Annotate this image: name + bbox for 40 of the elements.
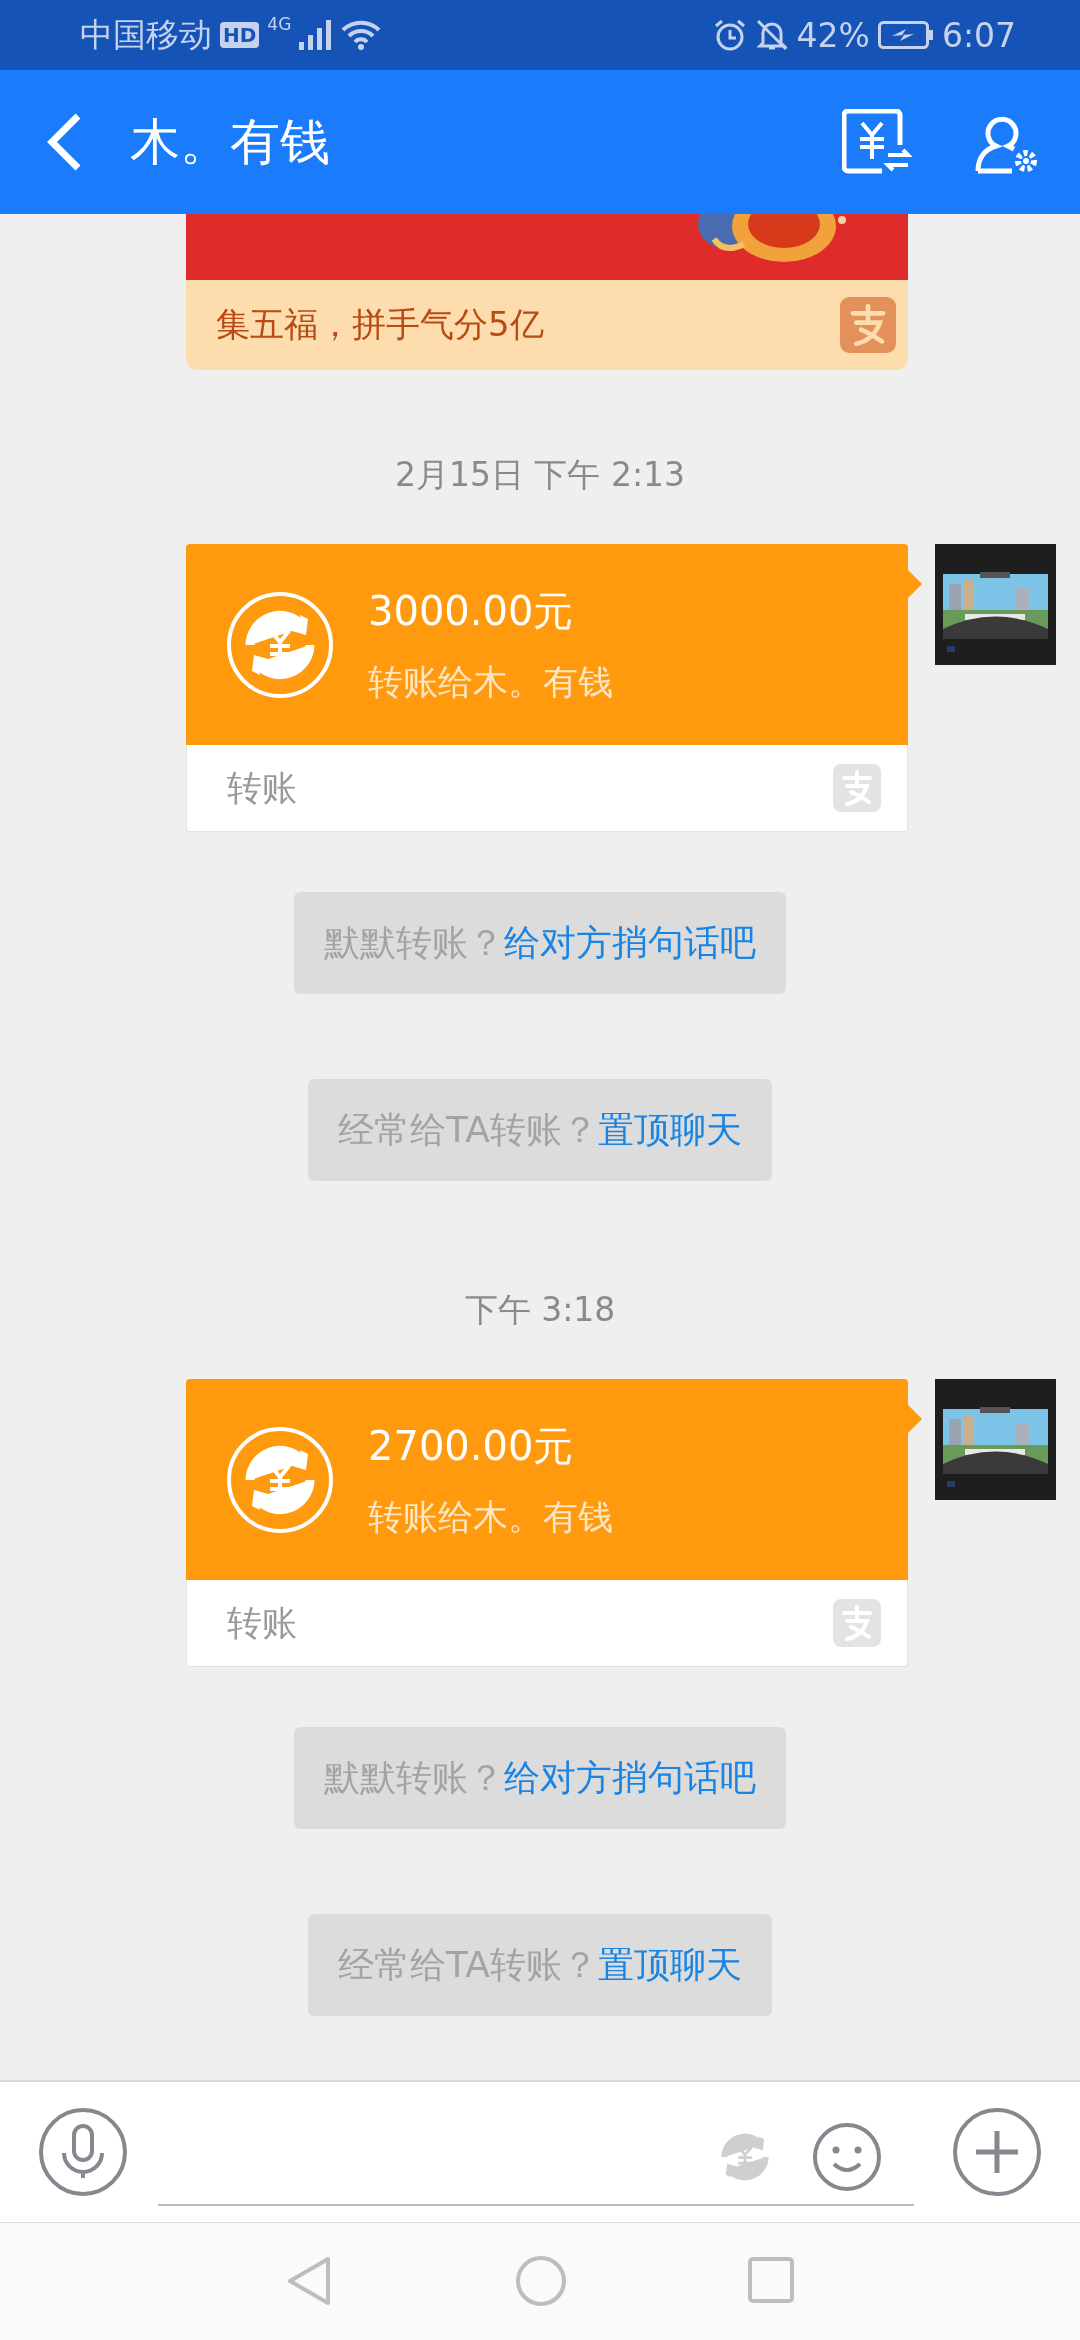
transfer-amount: 2700.00元 [368,1421,575,1471]
transfer-label: 转账 [227,1601,297,1645]
hint-text: 默默转账？ [324,1755,504,1800]
hint-link[interactable]: 置顶聊天 [597,1940,742,1990]
recents-nav-button[interactable] [748,2257,794,2303]
wifi-icon [341,20,382,50]
voice-button[interactable] [38,2107,128,2197]
carrier-name: 中国移动 [80,13,212,56]
muted-bell-icon [754,18,789,52]
hint-text: 默默转账？ [324,920,504,965]
alipay-icon [833,1599,881,1647]
transfer-record-button[interactable] [842,109,912,175]
clock-time: 6:07 [941,15,1016,55]
promo-text: 集五福，拼手气分5亿 [216,303,544,346]
transfer-note: 转账给木。有钱 [368,1495,613,1539]
alipay-icon [833,764,881,812]
alipay-icon [840,297,896,353]
timestamp: 下午 3:18 [464,1288,616,1331]
add-button[interactable] [952,2107,1042,2197]
battery-icon [877,21,934,49]
hint-text: 经常给TA转账？ [338,1107,598,1152]
alarm-icon [712,18,747,52]
signal-icon [299,20,334,50]
back-nav-button[interactable] [286,2255,332,2307]
transfer-note: 转账给木。有钱 [368,660,613,704]
hint-link[interactable]: 置顶聊天 [597,1105,742,1155]
home-nav-button[interactable] [515,2255,567,2307]
hint-text: 经常给TA转账？ [338,1942,598,1987]
transfer-icon [226,1425,334,1534]
transfer-icon [226,590,334,699]
battery-percent: 42% [796,15,870,55]
transfer-amount: 3000.00元 [368,586,575,636]
hint-link[interactable]: 给对方捎句话吧 [504,1753,756,1803]
timestamp: 2月15日 下午 2:13 [394,453,686,496]
network-type: 4G [267,14,292,34]
hd-badge: HD [220,22,260,48]
transfer-label: 转账 [227,766,297,810]
hint-link[interactable]: 给对方捎句话吧 [504,918,756,968]
chat-title: 木。有钱 [130,111,331,173]
emoji-button[interactable] [812,2122,882,2192]
